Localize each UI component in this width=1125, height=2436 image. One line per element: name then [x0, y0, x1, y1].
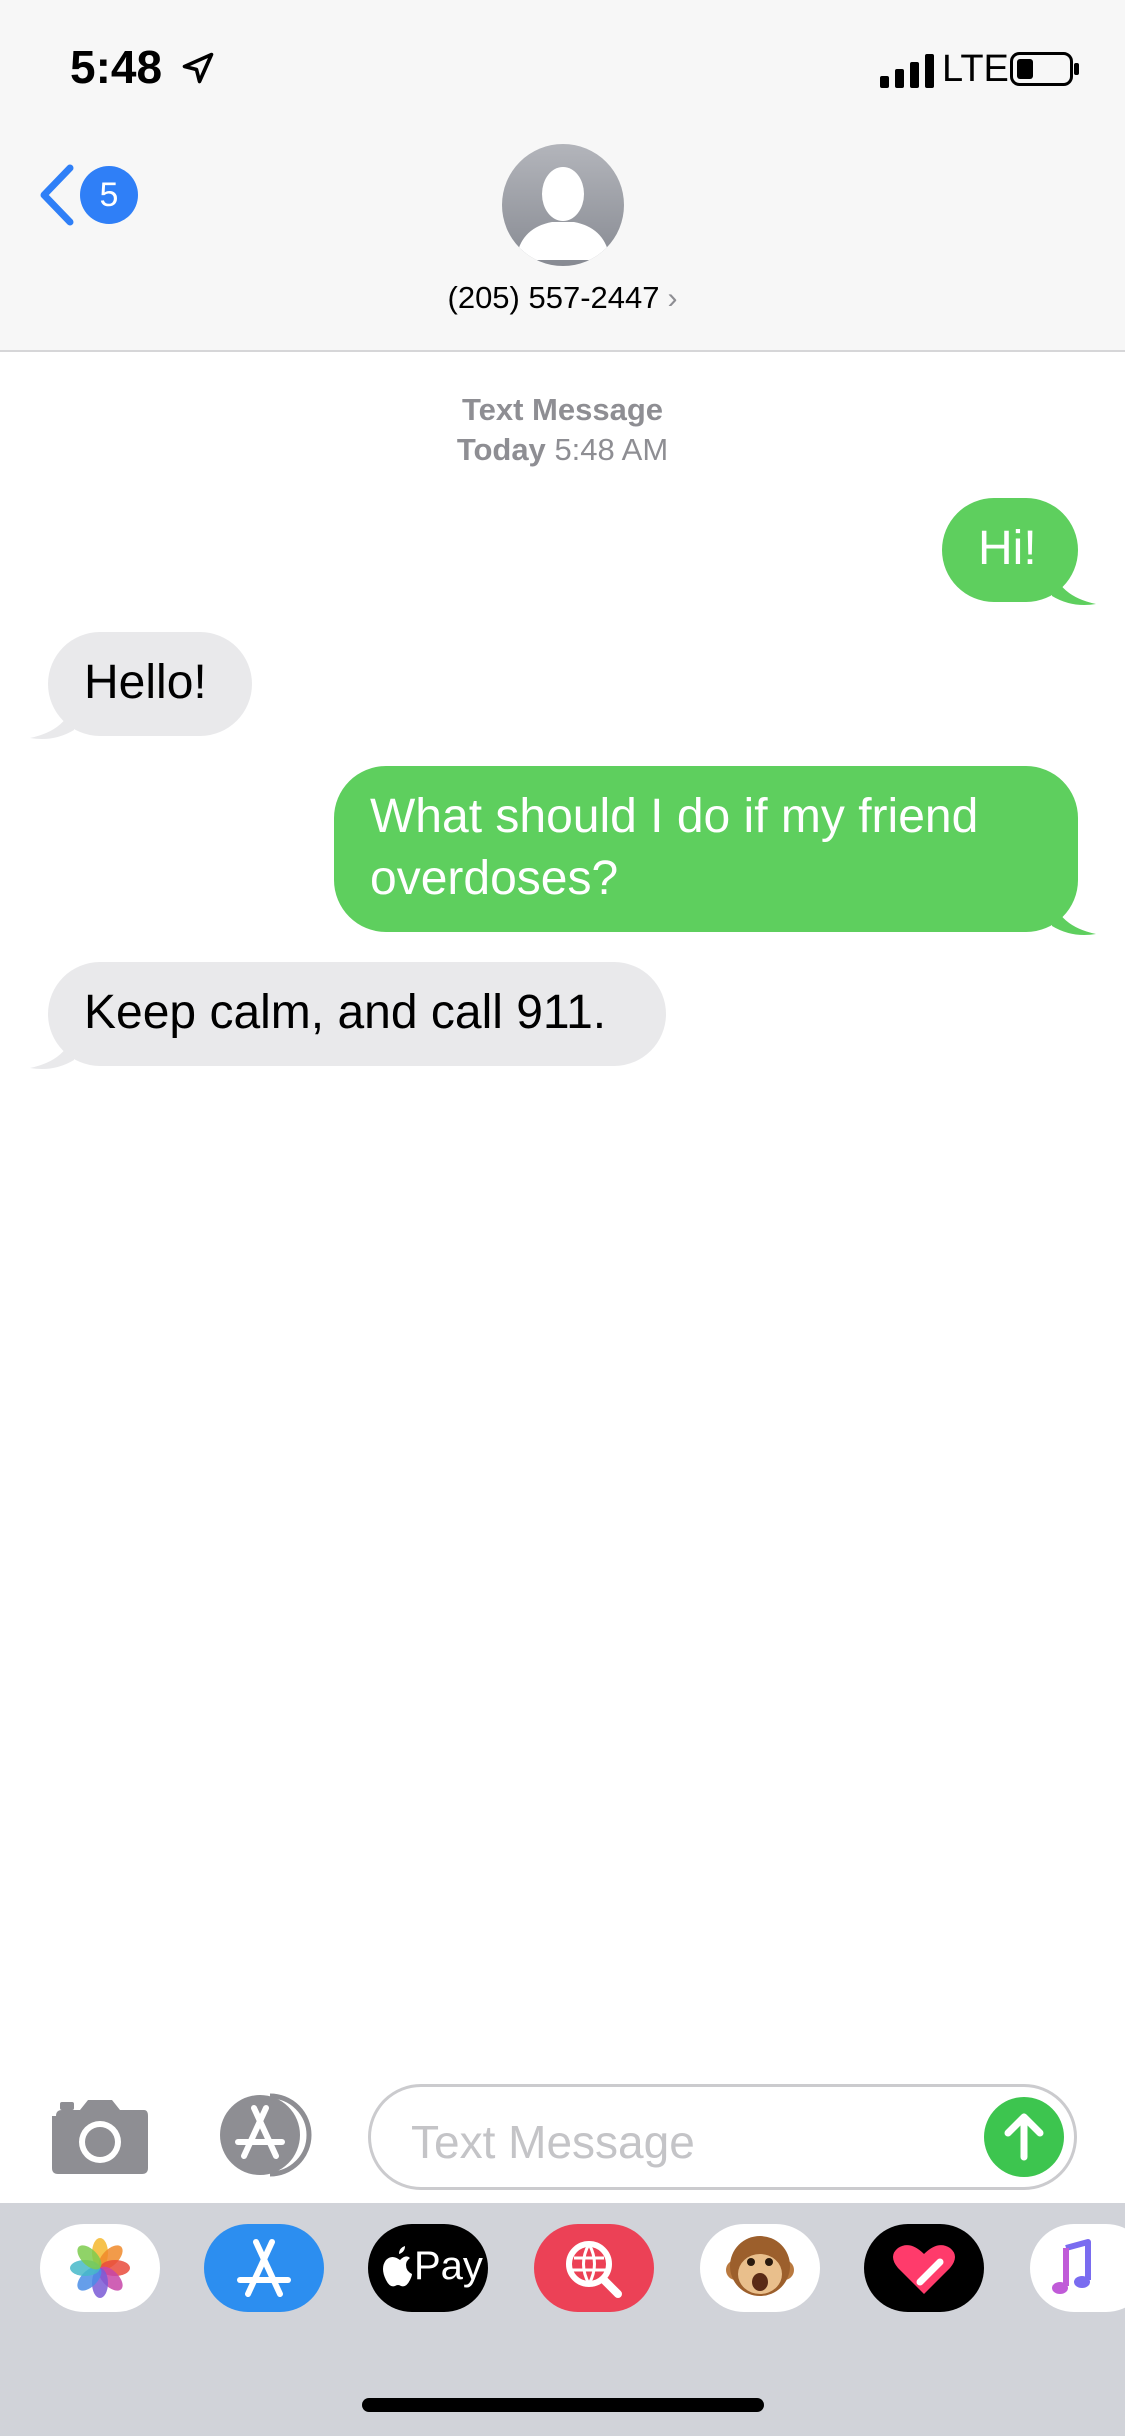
service-label: Text Message: [461, 392, 663, 427]
music-icon: [1052, 2239, 1091, 2294]
message-input-placeholder: Text Message: [411, 2116, 695, 2168]
sent-bubble-tail: [1052, 896, 1096, 935]
message-text: Keep calm, and call 911.: [84, 986, 607, 1039]
sent-message-bubble[interactable]: What should I do if my friend overdoses?: [334, 766, 1078, 932]
digital-touch-icon: [893, 2245, 955, 2294]
location-arrow-icon: [182, 52, 214, 84]
contact-name: (205) 557-2447: [447, 280, 660, 315]
music-app-button[interactable]: [1030, 2224, 1125, 2312]
animoji-app-button[interactable]: [700, 2224, 820, 2312]
status-time: 5:48: [70, 41, 163, 93]
contact-avatar[interactable]: [502, 144, 624, 266]
chevron-right-icon: ›: [667, 282, 678, 315]
network-type: LTE: [942, 48, 1009, 90]
app-store-button[interactable]: [210, 2092, 320, 2178]
cellular-signal-icon: [880, 54, 934, 88]
unread-count-badge: 5: [80, 166, 138, 224]
message-timestamp: Today 5:48 AM: [0, 432, 1125, 468]
sent-bubble-tail: [1052, 566, 1096, 605]
arrow-up-icon: [1004, 2113, 1044, 2161]
navigation-header: 5:48 LTE 5 (205) 557-2447 ›: [0, 0, 1125, 352]
received-bubble-tail: [30, 700, 74, 739]
timestamp-time: 5:48 AM: [554, 432, 669, 467]
received-message-bubble[interactable]: Hello!: [48, 632, 252, 736]
message-text: What should I do if my friend overdoses?: [370, 790, 979, 905]
camera-icon[interactable]: [50, 2098, 150, 2176]
received-bubble-tail: [30, 1030, 74, 1069]
contact-name-button[interactable]: (205) 557-2447 ›: [0, 280, 1125, 316]
apple-pay-label: Pay: [414, 2244, 483, 2288]
received-message-bubble[interactable]: Keep calm, and call 911.: [48, 962, 666, 1066]
photos-app-button[interactable]: [40, 2224, 160, 2312]
web-images-icon: [566, 2241, 622, 2298]
message-text: Hi!: [978, 522, 1037, 575]
home-indicator[interactable]: [362, 2398, 764, 2412]
chevron-left-icon: [40, 164, 74, 226]
message-text: Hello!: [84, 656, 207, 709]
send-button[interactable]: [984, 2097, 1064, 2177]
digital-touch-app-button[interactable]: [864, 2224, 984, 2312]
animoji-icon: [726, 2236, 794, 2296]
battery-icon: [1010, 52, 1079, 86]
apple-pay-app-button[interactable]: Pay: [368, 2224, 488, 2312]
app-store-icon: [237, 2239, 291, 2297]
web-images-app-button[interactable]: [534, 2224, 654, 2312]
timestamp-day: Today: [456, 432, 546, 467]
message-input[interactable]: Text Message: [368, 2084, 1077, 2190]
back-button[interactable]: 5: [36, 160, 146, 230]
app-store-app-button[interactable]: [204, 2224, 324, 2312]
person-silhouette-icon: [516, 167, 610, 260]
photos-icon: [70, 2238, 130, 2298]
